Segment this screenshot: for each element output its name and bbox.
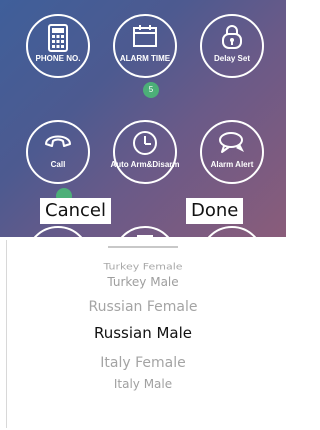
alarm-alert-label: Alarm Alert bbox=[210, 160, 254, 169]
delay-set-button[interactable]: Delay Set bbox=[200, 14, 264, 78]
clock-icon bbox=[133, 131, 157, 155]
cancel-button[interactable]: Cancel bbox=[40, 198, 111, 224]
call-button[interactable]: Call bbox=[26, 120, 90, 184]
auto-arm-disarm-label: Auto Arm&Disarm bbox=[110, 160, 180, 169]
alarm-time-badge: 5 bbox=[143, 82, 159, 98]
handset-icon bbox=[45, 135, 71, 147]
auto-arm-disarm-button[interactable]: Auto Arm&Disarm bbox=[110, 120, 180, 184]
row3-button-1[interactable] bbox=[26, 226, 90, 237]
phone-keypad-icon bbox=[48, 24, 68, 52]
picker-option[interactable]: Turkey Male bbox=[0, 275, 286, 289]
lock-icon bbox=[222, 25, 242, 49]
call-label: Call bbox=[50, 160, 66, 169]
chat-bubble-icon bbox=[219, 132, 244, 153]
done-button[interactable]: Done bbox=[186, 198, 244, 224]
row3-button-2[interactable] bbox=[113, 226, 177, 237]
phone-number-button[interactable]: PHONE NO. bbox=[26, 14, 90, 78]
voice-picker[interactable]: Turkey Female Turkey Male Russian Female… bbox=[0, 240, 286, 430]
picker-option[interactable]: Italy Male bbox=[0, 377, 286, 391]
device-icon bbox=[137, 235, 153, 237]
delay-set-label: Delay Set bbox=[213, 54, 251, 63]
row3-button-3[interactable] bbox=[200, 226, 264, 237]
picker-option[interactable]: Russian Female bbox=[0, 299, 286, 315]
calendar-icon bbox=[133, 25, 157, 47]
picker-selected-option[interactable]: Russian Male bbox=[0, 324, 286, 342]
alarm-time-button[interactable]: ALARM TIME bbox=[113, 14, 177, 78]
picker-option[interactable]: Turkey Female bbox=[0, 261, 286, 271]
alarm-alert-button[interactable]: Alarm Alert bbox=[200, 120, 264, 184]
alarm-time-label: ALARM TIME bbox=[119, 54, 171, 63]
left-divider bbox=[6, 240, 7, 428]
picker-partial-top bbox=[0, 244, 286, 250]
phone-number-label: PHONE NO. bbox=[35, 54, 81, 63]
picker-option[interactable]: Italy Female bbox=[0, 355, 286, 371]
